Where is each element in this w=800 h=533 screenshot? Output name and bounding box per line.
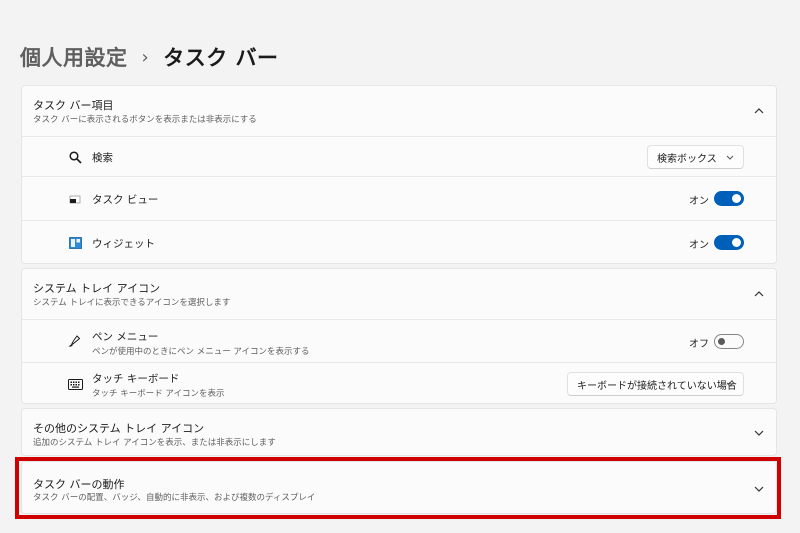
search-mode-dropdown[interactable]: 検索ボックス [647, 145, 744, 169]
pen-menu-label: ペン メニュー [92, 331, 159, 343]
task-view-row: タスク ビュー オン [22, 176, 776, 220]
system-tray-header[interactable]: システム トレイ アイコン システム トレイに表示できるアイコンを選択します [22, 269, 776, 319]
touch-keyboard-subtitle: タッチ キーボード アイコンを表示 [92, 389, 225, 399]
chevron-down-icon[interactable] [752, 482, 766, 496]
pen-menu-row: ペン メニュー ペンが使用中のときにペン メニュー アイコンを表示する オフ [22, 319, 776, 362]
task-view-toggle[interactable] [714, 191, 744, 206]
taskbar-items-title: タスク バー項目 [33, 99, 114, 112]
task-view-label: タスク ビュー [92, 194, 159, 206]
widgets-row: ウィジェット オン [22, 220, 776, 264]
other-tray-section[interactable]: その他のシステム トレイ アイコン 追加のシステム トレイ アイコンを表示、また… [21, 408, 777, 456]
pen-menu-subtitle: ペンが使用中のときにペン メニュー アイコンを表示する [92, 347, 310, 357]
breadcrumb: 個人用設定 › タスク バー [20, 40, 279, 74]
system-tray-section: システム トレイ アイコン システム トレイに表示できるアイコンを選択します ペ… [21, 268, 777, 404]
widgets-icon [67, 235, 83, 251]
system-tray-subtitle: システム トレイに表示できるアイコンを選択します [33, 298, 231, 308]
widgets-state-text: オン [689, 240, 709, 251]
taskbar-items-header[interactable]: タスク バー項目 タスク バーに表示されるボタンを表示または非表示にする [22, 86, 776, 136]
other-tray-title: その他のシステム トレイ アイコン [33, 422, 205, 435]
widgets-toggle[interactable] [714, 235, 744, 250]
system-tray-title: システム トレイ アイコン [33, 282, 161, 295]
pen-menu-state-text: オフ [689, 339, 709, 350]
page-title: タスク バー [163, 46, 279, 70]
taskbar-items-subtitle: タスク バーに表示されるボタンを表示または非表示にする [33, 115, 257, 125]
other-tray-subtitle: 追加のシステム トレイ アイコンを表示、または非表示にします [33, 438, 276, 448]
breadcrumb-parent-link[interactable]: 個人用設定 [20, 42, 128, 72]
pen-menu-toggle[interactable] [714, 334, 744, 349]
taskbar-items-section: タスク バー項目 タスク バーに表示されるボタンを表示または非表示にする 検索 … [21, 85, 777, 264]
search-icon [67, 149, 83, 165]
chevron-up-icon[interactable] [752, 104, 766, 118]
chevron-down-icon [726, 155, 734, 160]
touch-keyboard-dropdown[interactable]: キーボードが接続されていない場合 [567, 372, 744, 396]
touch-keyboard-label: タッチ キーボード [92, 373, 180, 385]
task-view-state-text: オン [689, 196, 709, 207]
pen-icon [67, 333, 83, 349]
search-row: 検索 検索ボックス [22, 136, 776, 176]
touch-keyboard-row: タッチ キーボード タッチ キーボード アイコンを表示 キーボードが接続されてい… [22, 362, 776, 404]
chevron-down-icon[interactable] [752, 426, 766, 440]
taskbar-behaviors-section[interactable]: タスク バーの動作 タスク バーの配置、バッジ、自動的に非表示、および複数のディ… [21, 461, 777, 514]
widgets-label: ウィジェット [92, 238, 155, 250]
taskbar-behaviors-subtitle: タスク バーの配置、バッジ、自動的に非表示、および複数のディスプレイ [33, 493, 316, 503]
search-mode-value: 検索ボックス [657, 153, 717, 165]
keyboard-icon [67, 376, 83, 392]
touch-keyboard-value: キーボードが接続されていない場合 [577, 380, 737, 392]
task-view-icon [67, 191, 83, 207]
breadcrumb-separator: › [141, 46, 150, 68]
taskbar-behaviors-title: タスク バーの動作 [33, 478, 125, 491]
chevron-down-icon [726, 382, 734, 387]
chevron-up-icon[interactable] [752, 287, 766, 301]
search-label: 検索 [92, 152, 113, 164]
